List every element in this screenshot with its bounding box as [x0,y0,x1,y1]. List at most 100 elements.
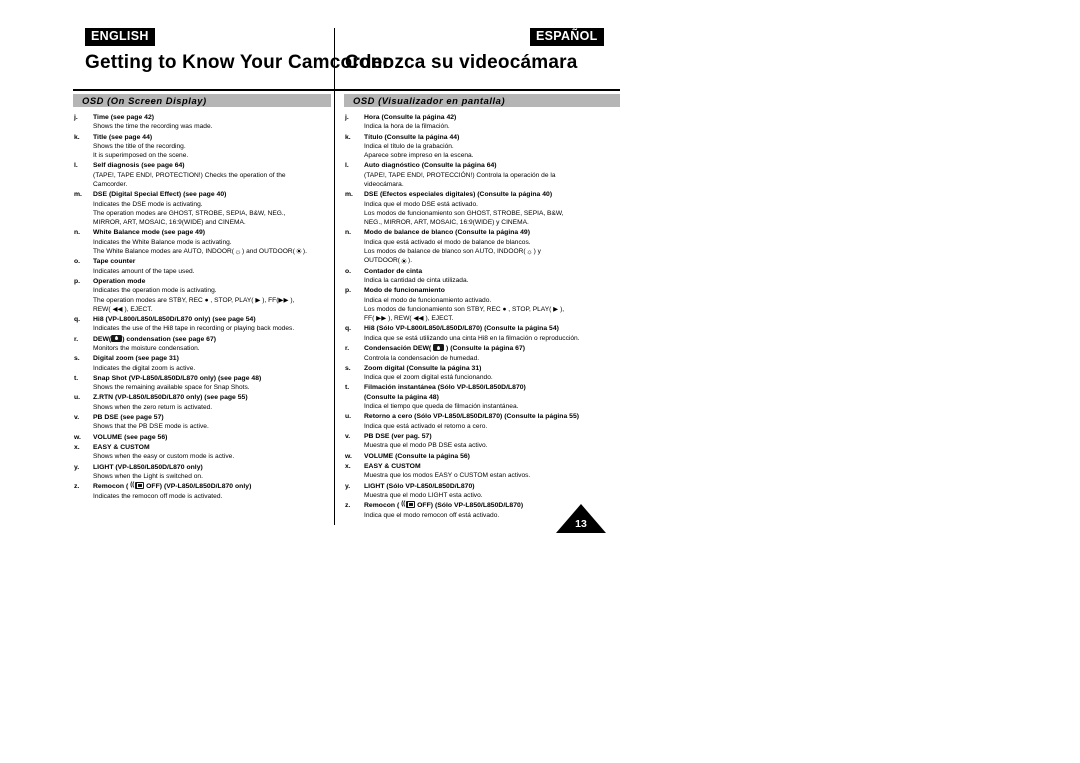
list-item-description: Indicates the DSE mode is activating. [93,200,203,208]
list-item-marker: n. [74,229,81,237]
list-item-description: Shows when the zero return is activated. [93,403,213,411]
page-header: ENGLISH ESPAÑOL Getting to Know Your Cam… [73,28,620,90]
list-item-marker: r. [345,345,350,353]
section-bar-osd-espanol: OSD (Visualizador en pantalla) [344,94,620,107]
language-tag-espanol: ESPAÑOL [530,28,604,46]
list-item-heading: Tape counter [93,258,136,266]
list-item-heading: Modo de funcionamiento [364,287,445,295]
list-item-heading: Remocon ( (( OFF) (VP-L850/L850D/L870 on… [93,482,252,491]
list-item-heading: Z.RTN (VP-L850/L850D/L870 only) (see pag… [93,394,248,402]
list-item-heading: Hi8 (VP-L800/L850/L850D/L870 only) (see … [93,315,256,323]
list-item-heading: LIGHT (Sólo VP-L850/L850D/L870) [364,482,475,490]
list-item-marker: t. [74,374,79,382]
list-item-description: Indica el título de la grabación. [364,143,454,151]
list-item-heading: Auto diagnóstico (Consulte la página 64) [364,162,497,170]
list-item-description: Indica que el zoom digital está funciona… [364,374,493,382]
list-item-heading: Filmación instantánea (Sólo VP-L850/L850… [364,384,526,392]
list-item-marker: y. [74,463,80,471]
list-item-heading: White Balance mode (see page 49) [93,229,206,237]
list-item-heading: Modo de balance de blanco (Consulte la p… [364,229,531,237]
list-item-heading: Retorno a cero (Sólo VP-L850/L850D/L870)… [364,413,580,421]
list-item-description: Muestra que el modo PB DSE esta activo. [364,442,488,450]
list-item-heading: Title (see page 44) [93,133,153,141]
osd-list-item: u. Retorno a cero (Sólo VP-L850/L850D/L87… [344,412,620,431]
list-item-marker: q. [345,325,352,333]
osd-list-espanol: j. Hora (Consulte la página 42) Indica la … [344,113,620,521]
list-item-description: Controla la condensación de humedad. [364,354,480,362]
list-item-heading: Digital zoom (see page 31) [93,355,179,363]
list-item-marker: p. [345,287,352,295]
list-item-description-icons: Los modos de balance de blanco son AUTO,… [364,247,541,257]
list-item-operation-modes-line: Los modos de funcionamiento son STBY, RE… [364,306,565,314]
list-item-description: Monitors the moisture condensation. [93,345,200,352]
osd-list-item: s. Digital zoom (see page 31) Indicates th… [73,354,333,373]
list-item-marker: y. [345,482,351,490]
osd-list-item: m. DSE (Efectos especiales digitales) (Co… [344,190,620,227]
osd-list-item: l. Self diagnosis (see page 64) (TAPE!, TA… [73,161,333,189]
list-item-description: Shows the time the recording was made. [93,123,213,131]
list-item-heading: LIGHT (VP-L850/L850D/L870 only) [93,463,203,471]
list-item-description: Shows that the PB DSE mode is active. [93,423,209,431]
list-item-heading: DSE (Efectos especiales digitales) (Cons… [364,191,553,199]
page-number-label: 13 [575,518,587,530]
osd-list-item: n. Modo de balance de blanco (Consulte la… [344,228,620,266]
list-item-marker: s. [345,364,351,372]
osd-list-item: w. VOLUME (see page 56) [73,433,333,442]
osd-list-item: o. Tape counter Indicates amount of the ta… [73,257,333,276]
osd-list-item: z. Remocon ( (( OFF) (VP-L850/L850D/L870 … [73,482,333,501]
osd-list-item: t. Snap Shot (VP-L850/L850D/L870 only) (s… [73,374,333,393]
osd-list-item: x. EASY & CUSTOM Shows when the easy or cu… [73,443,333,462]
list-item-marker: o. [345,267,352,275]
list-item-marker: m. [345,191,353,199]
list-item-description: The operation modes are GHOST, STROBE, S… [93,209,286,217]
page-number-badge: 13 [556,504,606,533]
dew-drop-icon [433,344,445,352]
osd-list-item: u. Z.RTN (VP-L850/L850D/L870 only) (see p… [73,393,333,412]
list-item-marker: s. [74,355,80,363]
osd-list-item: w. VOLUME (Consulte la página 56) [344,452,620,461]
list-item-marker: z. [74,483,80,491]
list-item-description: Indicates the operation mode is activati… [93,287,217,295]
list-item-marker: v. [74,414,80,422]
sun-icon: ☀ [400,256,408,266]
list-item-marker: t. [345,384,350,392]
list-item-heading: PB DSE (see page 57) [93,414,164,422]
list-item-heading: EASY & CUSTOM [93,444,150,452]
list-item-description: Indicates amount of the tape used. [93,267,195,275]
list-item-marker: w. [345,452,352,460]
indoor-lamp-icon: ☼ [526,247,534,257]
list-item-marker: j. [345,114,349,121]
list-item-marker: n. [345,229,352,237]
list-item-marker: x. [345,462,351,470]
list-item-heading: PB DSE (ver pag. 57) [364,432,432,440]
list-item-heading: Operation mode [93,277,146,285]
osd-list-item: q. Hi8 (Sólo VP-L800/L850/L850D/L870) (Co… [344,324,620,343]
list-item-marker: r. [74,335,79,343]
list-item-marker: l. [74,162,78,170]
sun-icon: ☀ [295,247,303,257]
osd-list-item: p. Operation mode Indicates the operation … [73,277,333,314]
list-item-marker: k. [74,133,80,141]
osd-list-item: s. Zoom digital (Consulte la página 31) In… [344,364,620,383]
chapter-title-espanol: Conozca su videocámara [345,52,578,73]
list-item-description: It is superimposed on the scene. [93,152,189,160]
list-item-description: Indica la cantidad de cinta utilizada. [364,277,469,285]
list-item-description: NEG., MIRROR, ART, MOSAIC, 16:9(WIDE) y … [364,219,529,227]
list-item-description: Indicates the use of the Hi8 tape in rec… [93,325,295,333]
list-item-description: Muestra que los modos EASY o CUSTOM esta… [364,472,531,480]
osd-list-item: q. Hi8 (VP-L800/L850/L850D/L870 only) (se… [73,315,333,334]
list-item-description: Muestra que el modo LIGHT esta activo. [364,491,483,499]
list-item-description: MIRROR, ART, MOSAIC, 16:9(WIDE) and CINE… [93,219,246,227]
list-item-description: Shows the remaining available space for … [93,384,250,392]
list-item-description: Shows the title of the recording. [93,143,186,151]
list-item-marker: q. [74,315,81,323]
list-item-marker: v. [345,432,351,440]
list-item-description: Indicates the White Balance mode is acti… [93,238,232,246]
list-item-heading: Zoom digital (Consulte la página 31) [364,364,482,372]
list-item-description: Los modos de funcionamiento son GHOST, S… [364,209,564,217]
osd-list-item: p. Modo de funcionamiento Indica el modo d… [344,286,620,323]
list-item-description: Indica que el modo DSE está activado. [364,200,478,208]
list-item-marker: p. [74,277,81,285]
osd-list-item: r. Condensación DEW( ) (Consulte la págin… [344,344,620,363]
list-item-heading: Hora (Consulte la página 42) [364,114,457,121]
